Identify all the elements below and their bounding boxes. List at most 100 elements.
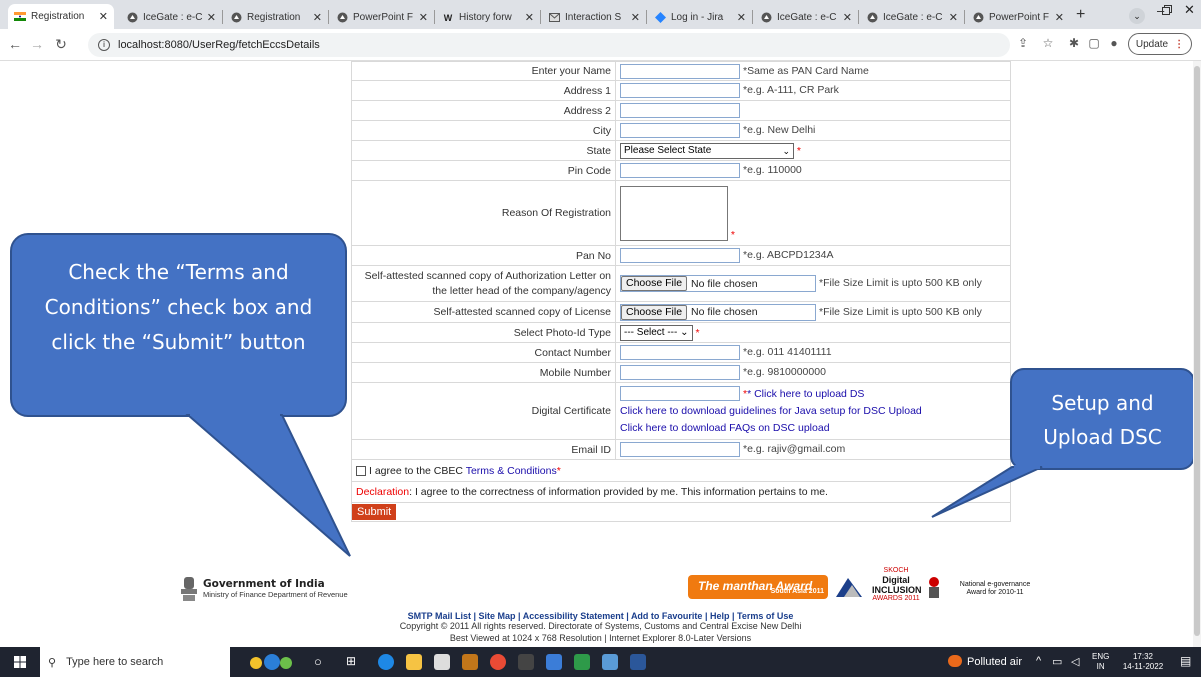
best-viewed-text: Best Viewed at 1024 x 768 Resolution | I… — [449, 633, 752, 643]
address1-input[interactable] — [620, 83, 740, 98]
word-icon[interactable] — [630, 654, 646, 670]
info-icon[interactable]: i — [98, 39, 110, 51]
mail-app-icon[interactable] — [434, 654, 450, 670]
tab-history[interactable]: W History forw ✕ — [436, 6, 540, 29]
java-guidelines-link[interactable]: Click here to download guidelines for Ja… — [620, 405, 922, 417]
update-button[interactable]: Update ⋮ — [1128, 33, 1192, 55]
footer-link-sitemap[interactable]: Site Map — [479, 611, 516, 621]
search-highlight-icon[interactable] — [248, 653, 296, 671]
ashoka-emblem-icon — [178, 575, 200, 603]
extensions-icon[interactable]: ✱ — [1066, 36, 1082, 50]
restore-icon[interactable] — [1162, 5, 1172, 15]
taskbar-search-box[interactable]: ⚲ Type here to search — [40, 647, 230, 677]
tab-icegate-1[interactable]: IceGate : e-C ✕ — [120, 6, 222, 29]
close-tab-icon[interactable]: ✕ — [737, 11, 746, 24]
dsc-input[interactable] — [620, 386, 740, 402]
footer-link-terms[interactable]: Terms of Use — [737, 611, 793, 621]
file-explorer-icon[interactable] — [406, 654, 422, 670]
forward-icon[interactable]: → — [29, 36, 45, 52]
city-input[interactable] — [620, 123, 740, 138]
tab-icegate-3[interactable]: IceGate : e-C ✕ — [860, 6, 964, 29]
form-label: Digital Certificate — [351, 382, 616, 440]
close-tab-icon[interactable]: ✕ — [313, 11, 322, 24]
tab-powerpoint-1[interactable]: PowerPoint F ✕ — [330, 6, 434, 29]
close-tab-icon[interactable]: ✕ — [99, 10, 108, 23]
volume-icon[interactable]: ◁ — [1071, 655, 1079, 668]
close-tab-icon[interactable]: ✕ — [207, 11, 216, 24]
edge-icon[interactable] — [378, 654, 394, 670]
mail-icon — [548, 12, 560, 24]
gov-title: Government of India — [203, 578, 325, 590]
network-icon[interactable]: ▭ — [1052, 655, 1062, 668]
authorization-file-input[interactable]: Choose File No file chosen — [620, 275, 816, 292]
choose-file-button[interactable]: Choose File — [621, 304, 688, 320]
clock[interactable]: 17:32 14-11-2022 — [1120, 652, 1166, 672]
footer-link-accessibility[interactable]: Accessibility Statement — [523, 611, 624, 621]
close-tab-icon[interactable]: ✕ — [1055, 11, 1064, 24]
pan-input[interactable] — [620, 248, 740, 263]
notification-icon[interactable]: ▤ — [1180, 654, 1191, 668]
contact-input[interactable] — [620, 345, 740, 360]
sidepanel-icon[interactable]: ▢ — [1086, 36, 1102, 50]
page-scrollbar[interactable] — [1193, 61, 1201, 647]
photoid-select[interactable]: --- Select --- ⌄ — [620, 324, 693, 341]
tab-search-icon[interactable]: ⌄ — [1129, 8, 1145, 24]
state-select[interactable]: Please Select State ⌄ — [620, 142, 794, 159]
email-input[interactable] — [620, 442, 740, 457]
pincode-input[interactable] — [620, 163, 740, 178]
footer-link-smtp[interactable]: SMTP Mail List — [408, 611, 471, 621]
reload-icon[interactable]: ↻ — [53, 36, 69, 53]
tab-icegate-2[interactable]: IceGate : e-C ✕ — [754, 6, 858, 29]
upload-ds-link[interactable]: ** Click here to upload DS — [743, 388, 864, 400]
address-bar[interactable]: i localhost:8080/UserReg/fetchEccsDetail… — [88, 33, 1010, 57]
address2-input[interactable] — [620, 103, 740, 118]
mobile-input[interactable] — [620, 365, 740, 380]
form-hint: *File Size Limit is upto 500 KB only — [819, 305, 982, 318]
close-tab-icon[interactable]: ✕ — [525, 11, 534, 24]
tab-registration-2[interactable]: Registration ✕ — [224, 6, 328, 29]
tab-title: IceGate : e-C — [143, 12, 203, 23]
terms-link[interactable]: Terms & Conditions — [466, 465, 557, 477]
photoid-select-value: --- Select --- — [624, 326, 678, 338]
blue-app-icon[interactable] — [602, 654, 618, 670]
bookmark-star-icon[interactable]: ☆ — [1040, 36, 1056, 50]
tab-interaction[interactable]: Interaction S ✕ — [542, 6, 646, 29]
scrollbar-thumb[interactable] — [1194, 66, 1200, 636]
name-input[interactable] — [620, 63, 740, 79]
close-tab-icon[interactable]: ✕ — [631, 11, 640, 24]
choose-file-button[interactable]: Choose File — [621, 276, 688, 291]
form-row-pincode: Pin Code *e.g. 110000 — [351, 160, 1011, 181]
tray-chevron-icon[interactable]: ^ — [1036, 655, 1041, 667]
cortana-icon[interactable]: ○ — [314, 654, 322, 669]
profile-icon[interactable]: ● — [1106, 36, 1122, 50]
app-icon[interactable] — [462, 654, 478, 670]
chrome-icon[interactable] — [490, 654, 506, 670]
language-indicator[interactable]: ENG IN — [1092, 652, 1109, 672]
required-marker: * — [730, 228, 736, 241]
required-marker: * — [695, 326, 700, 339]
close-tab-icon[interactable]: ✕ — [949, 11, 958, 24]
task-view-icon[interactable]: ⊞ — [346, 654, 356, 668]
close-tab-icon[interactable]: ✕ — [843, 11, 852, 24]
back-icon[interactable]: ← — [7, 36, 23, 52]
reason-textarea[interactable] — [620, 185, 728, 241]
share-icon[interactable]: ⇪ — [1015, 36, 1031, 50]
footer-link-favourite[interactable]: Add to Favourite — [631, 611, 703, 621]
tab-powerpoint-2[interactable]: PowerPoint F ✕ — [966, 6, 1070, 29]
weather-text[interactable]: Polluted air — [967, 656, 1022, 668]
windows-start-icon[interactable] — [14, 656, 26, 668]
form-row-city: City *e.g. New Delhi — [351, 120, 1011, 141]
tab-registration-active[interactable]: Registration ✕ — [8, 4, 114, 29]
close-tab-icon[interactable]: ✕ — [419, 11, 428, 24]
form-row-email: Email ID *e.g. rajiv@gmail.com — [351, 439, 1011, 460]
license-file-input[interactable]: Choose File No file chosen — [620, 303, 816, 321]
dsc-faq-link[interactable]: Click here to download FAQs on DSC uploa… — [620, 422, 830, 434]
green-app-icon[interactable] — [574, 654, 590, 670]
tab-jira[interactable]: Log in - Jira ✕ — [648, 6, 752, 29]
close-window-icon[interactable]: ✕ — [1184, 2, 1195, 18]
footer-link-help[interactable]: Help — [710, 611, 730, 621]
terminal-icon[interactable] — [518, 654, 534, 670]
url-text: localhost:8080/UserReg/fetchEccsDetails — [118, 39, 320, 51]
new-tab-icon[interactable]: + — [1076, 6, 1085, 24]
paint-icon[interactable] — [546, 654, 562, 670]
